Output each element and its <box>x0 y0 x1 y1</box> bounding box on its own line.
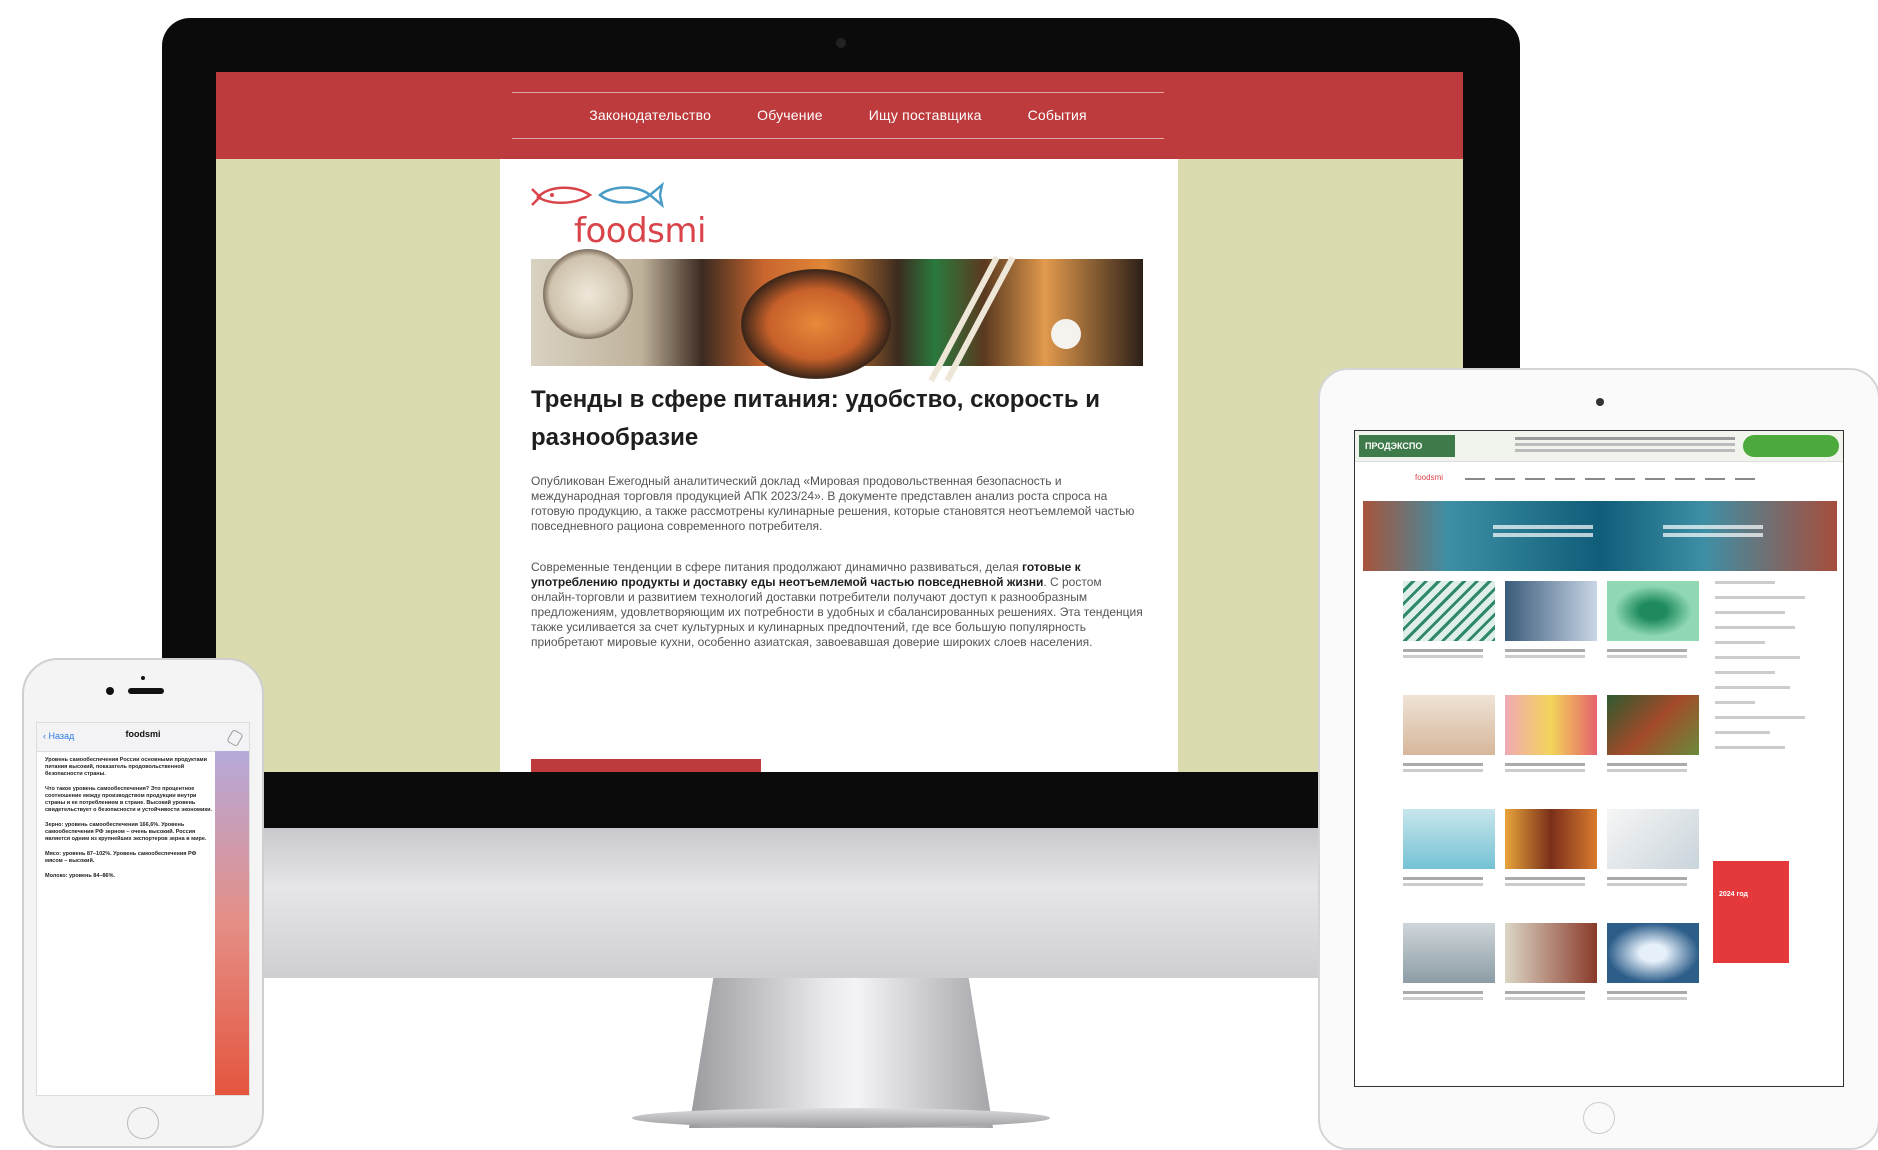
channel-name: foodsmi <box>125 729 161 739</box>
chat-message: Молоко: уровень 84–86%. <box>45 873 116 879</box>
monitor-foot <box>632 1108 1050 1128</box>
chopstick-shape <box>944 255 1016 383</box>
article-card[interactable] <box>1505 581 1597 673</box>
nav-item-legislation[interactable]: Законодательство <box>589 107 711 123</box>
nav-item-suppliers[interactable]: Ищу поставщика <box>869 107 982 123</box>
para2-text-start: Современные тенденции в сфере питания пр… <box>531 560 1023 574</box>
article-paragraph-2: Современные тенденции в сфере питания пр… <box>531 560 1143 650</box>
tablet-screen: ПРОДЭКСПО foodsmi 2024 год <box>1354 430 1844 1087</box>
chat-message: Что такое уровень самообеспечения? Это п… <box>45 786 213 813</box>
tablet-home-button[interactable] <box>1583 1102 1615 1134</box>
article-card[interactable] <box>1403 809 1495 901</box>
article-card[interactable] <box>1607 923 1699 1015</box>
noodles-bowl-shape <box>741 269 891 379</box>
monitor-bezel: Законодательство Обучение Ищу поставщика… <box>162 18 1520 828</box>
article-card[interactable] <box>1403 581 1495 673</box>
banner-logo: ПРОДЭКСПО <box>1359 435 1455 457</box>
chat-message: Уровень самообеспечения России основными… <box>45 757 207 777</box>
ad-title: 2024 год <box>1719 891 1748 898</box>
monitor-chin <box>162 828 1520 978</box>
article-card[interactable] <box>1505 923 1597 1015</box>
foodsmi-logo[interactable]: foodsmi <box>530 177 706 251</box>
nav-menu: Законодательство Обучение Ищу поставщика… <box>512 90 1164 140</box>
nav-divider-bottom <box>512 138 1164 139</box>
top-ad-banner[interactable]: ПРОДЭКСПО <box>1355 431 1843 462</box>
nav-item-events[interactable]: События <box>1028 107 1087 123</box>
article-card[interactable] <box>1403 695 1495 787</box>
article-card[interactable] <box>1607 809 1699 901</box>
phone-sensor <box>141 676 145 680</box>
phone-speaker <box>128 688 164 694</box>
rice-bowl-shape <box>543 249 633 339</box>
article-card[interactable] <box>1505 695 1597 787</box>
promo-text-lines <box>1663 525 1763 529</box>
phone-screen: ‹ Назад foodsmi Уровень самообеспечения … <box>36 722 250 1096</box>
promo-text-lines <box>1493 525 1593 529</box>
newsletter-card: foodsmi Тренды в сфере питания: удобство… <box>500 159 1178 772</box>
site-nav-links[interactable] <box>1465 478 1765 480</box>
banner-text-lines <box>1515 437 1735 440</box>
article-card[interactable] <box>1607 581 1699 673</box>
promo-banner[interactable] <box>1363 501 1837 571</box>
chat-header: ‹ Назад foodsmi <box>37 723 249 752</box>
chat-background-gradient <box>215 751 249 1095</box>
desktop-screen: Законодательство Обучение Ищу поставщика… <box>216 72 1463 772</box>
chopstick-shape <box>928 255 1000 383</box>
smartphone: ‹ Назад foodsmi Уровень самообеспечения … <box>22 658 264 1148</box>
chat-message: Зерно: уровень самообеспечения 166,6%. У… <box>45 822 207 842</box>
article-card[interactable] <box>1403 923 1495 1015</box>
phone-camera <box>106 687 114 695</box>
article-paragraph-1: Опубликован Ежегодный аналитический докл… <box>531 474 1135 533</box>
camera-dot <box>836 38 846 48</box>
egg-shape <box>1051 319 1081 349</box>
hero-food-image <box>531 249 1143 383</box>
sidebar-ad[interactable]: 2024 год <box>1713 861 1789 963</box>
read-more-button[interactable] <box>531 759 761 772</box>
article-grid <box>1403 581 1699 1015</box>
site-logo[interactable]: foodsmi <box>1415 473 1443 482</box>
tablet-camera <box>1596 398 1604 406</box>
site-nav: foodsmi <box>1355 469 1843 489</box>
chat-message: Мясо: уровень 87–102%. Уровень самообесп… <box>45 851 197 864</box>
tablet: ПРОДЭКСПО foodsmi 2024 год <box>1318 368 1878 1150</box>
logo-wordmark: foodsmi <box>574 211 706 251</box>
article-card[interactable] <box>1607 695 1699 787</box>
desktop-monitor: Законодательство Обучение Ищу поставщика… <box>162 18 1520 1128</box>
chat-messages: Уровень самообеспечения России основными… <box>45 757 213 888</box>
article-card[interactable] <box>1505 809 1597 901</box>
banner-badge[interactable] <box>1743 435 1839 457</box>
phone-home-button[interactable] <box>127 1107 159 1139</box>
article-title: Тренды в сфере питания: удобство, скорос… <box>531 386 1101 451</box>
monitor-stand <box>689 978 993 1128</box>
nav-item-education[interactable]: Обучение <box>757 107 823 123</box>
sidebar-links <box>1715 581 1825 901</box>
email-header-nav: Законодательство Обучение Ищу поставщика… <box>216 72 1463 159</box>
